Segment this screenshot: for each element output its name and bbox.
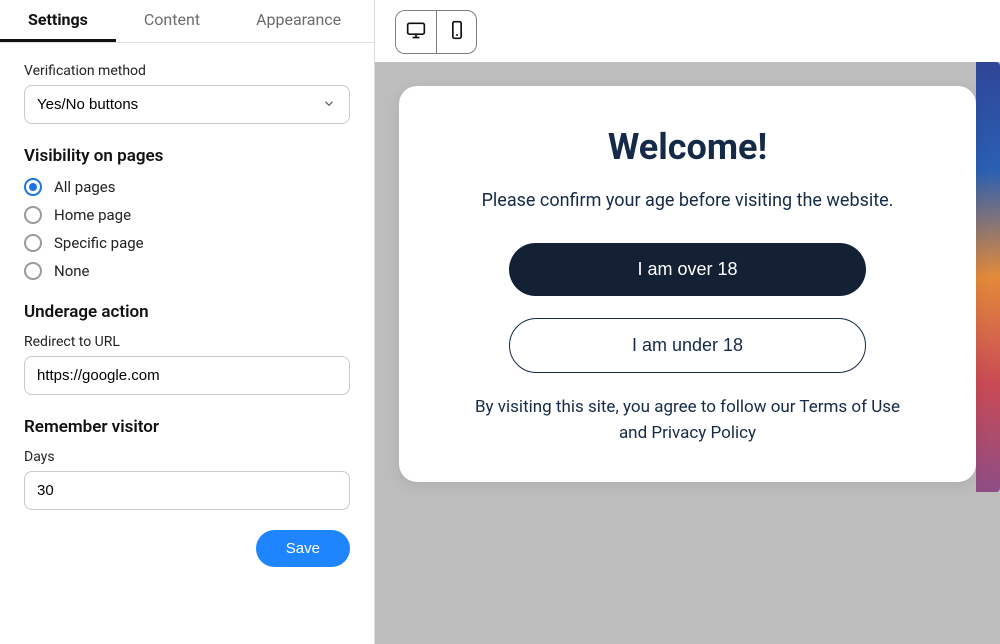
radio-icon [24,206,42,224]
redirect-label: Redirect to URL [24,334,350,350]
days-input[interactable] [24,471,350,510]
visibility-title: Visibility on pages [24,146,350,166]
tabs: Settings Content Appearance [0,0,374,43]
redirect-url-input[interactable] [24,356,350,395]
radio-home-page[interactable]: Home page [24,206,350,224]
radio-specific-page[interactable]: Specific page [24,234,350,252]
settings-sidebar: Settings Content Appearance Verification… [0,0,375,644]
radio-icon [24,234,42,252]
preview-area: Welcome! Please confirm your age before … [375,0,1000,644]
tab-settings[interactable]: Settings [0,0,116,42]
radio-none[interactable]: None [24,262,350,280]
desktop-view-button[interactable] [396,11,436,53]
days-label: Days [24,449,350,465]
save-row: Save [24,530,350,567]
radio-icon [24,178,42,196]
mobile-view-button[interactable] [436,11,476,53]
modal-subtitle: Please confirm your age before visiting … [459,190,916,211]
verification-select[interactable]: Yes/No buttons [24,85,350,124]
underage-title: Underage action [24,302,350,322]
tab-content[interactable]: Content [116,0,228,42]
radio-all-pages[interactable]: All pages [24,178,350,196]
remember-title: Remember visitor [24,417,350,437]
radio-label: None [54,262,90,280]
under-18-button[interactable]: I am under 18 [509,318,865,373]
verification-label: Verification method [24,63,350,79]
desktop-icon [406,20,426,44]
verification-select-wrap: Yes/No buttons [24,85,350,124]
preview-bg-stripe [976,62,1000,492]
settings-panel: Verification method Yes/No buttons Visib… [0,43,374,644]
save-button[interactable]: Save [256,530,350,567]
device-toggle [395,10,477,54]
mobile-icon [447,20,467,44]
radio-icon [24,262,42,280]
visibility-radio-group: All pages Home page Specific page None [24,178,350,280]
modal-title: Welcome! [459,126,916,168]
modal-footer-text: By visiting this site, you agree to foll… [459,395,916,446]
radio-label: Home page [54,206,131,224]
radio-label: Specific page [54,234,144,252]
radio-label: All pages [54,178,116,196]
over-18-button[interactable]: I am over 18 [509,243,865,296]
tab-appearance[interactable]: Appearance [228,0,369,42]
age-gate-modal: Welcome! Please confirm your age before … [399,86,976,482]
